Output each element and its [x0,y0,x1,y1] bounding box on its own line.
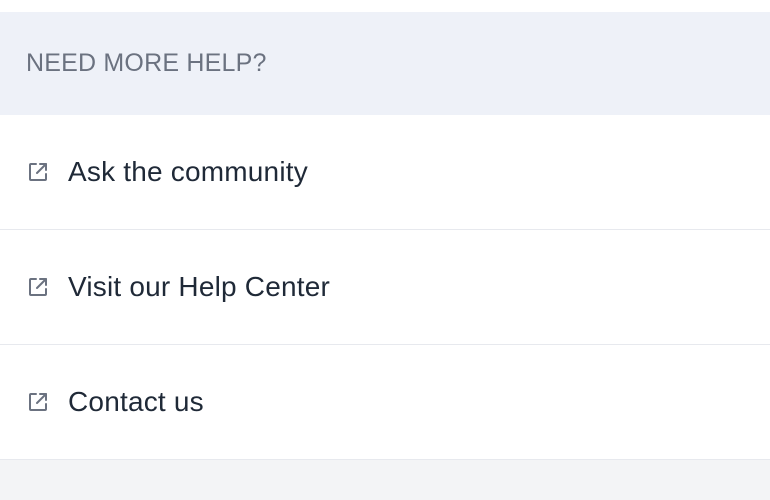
ask-community-link[interactable]: Ask the community [0,115,770,230]
external-link-icon [26,160,50,184]
ask-community-label: Ask the community [68,156,308,187]
page-background [0,460,770,500]
top-strip [0,0,770,12]
help-center-link[interactable]: Visit our Help Center [0,230,770,345]
help-links-list: Ask the community Visit our Help Center [0,115,770,460]
contact-us-label: Contact us [68,386,204,417]
panel-title: NEED MORE HELP? [26,49,267,77]
external-link-icon [26,275,50,299]
need-more-help-panel: NEED MORE HELP? Ask the community Visit … [0,12,770,460]
help-center-label: Visit our Help Center [68,271,331,302]
contact-us-link[interactable]: Contact us [0,345,770,460]
external-link-icon [26,390,50,414]
panel-header: NEED MORE HELP? [0,12,770,115]
